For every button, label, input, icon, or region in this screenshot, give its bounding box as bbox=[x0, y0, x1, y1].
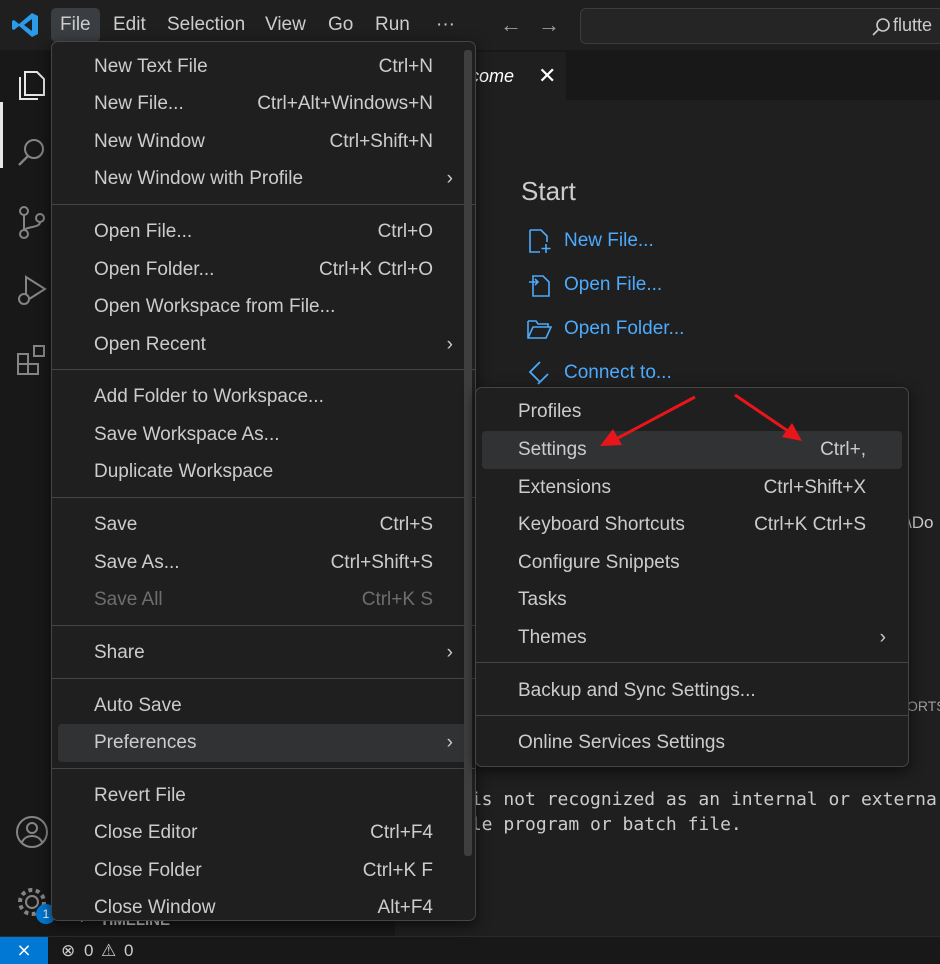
terminal-line-3: ble program or batch file. bbox=[460, 814, 742, 835]
menu-item-themes[interactable]: Themes › bbox=[476, 620, 908, 656]
chevron-right-icon: › bbox=[446, 168, 453, 189]
menu-separator bbox=[52, 497, 475, 498]
menu-item-save[interactable]: Save Ctrl+S bbox=[52, 507, 475, 543]
command-center-search[interactable]: flutte bbox=[580, 8, 940, 44]
menu-item-open-recent[interactable]: Open Recent › bbox=[52, 327, 475, 363]
menu-separator bbox=[52, 369, 475, 370]
menu-item-new-text-file[interactable]: New Text File Ctrl+N bbox=[52, 49, 475, 85]
menu-run[interactable]: Run bbox=[366, 8, 419, 42]
search-view-icon[interactable] bbox=[14, 134, 50, 170]
file-menu: New Text File Ctrl+N New File... Ctrl+Alt+… bbox=[51, 41, 476, 921]
open-file-icon bbox=[529, 275, 550, 297]
menu-item-preferences[interactable]: Preferences › bbox=[58, 724, 469, 762]
menu-item-revert-file[interactable]: Revert File bbox=[52, 778, 475, 814]
menu-separator bbox=[52, 678, 475, 679]
error-icon[interactable]: ⊗ bbox=[61, 941, 75, 961]
menu-item-add-folder[interactable]: Add Folder to Workspace... bbox=[52, 379, 475, 415]
menu-go[interactable]: Go bbox=[319, 8, 362, 42]
menu-item-save-all: Save All Ctrl+K S bbox=[94, 589, 433, 610]
vscode-logo-icon[interactable] bbox=[10, 11, 40, 39]
menu-item-settings[interactable]: Settings Ctrl+, bbox=[482, 431, 902, 469]
chevron-right-icon: › bbox=[446, 732, 453, 753]
menu-item-keyboard-shortcuts[interactable]: Keyboard Shortcuts Ctrl+K Ctrl+S bbox=[476, 507, 908, 543]
remote-indicator-icon[interactable]: ⨯ bbox=[0, 937, 48, 964]
menu-item-save-workspace[interactable]: Save Workspace As... bbox=[52, 417, 475, 453]
menu-separator bbox=[52, 204, 475, 205]
menu-selection[interactable]: Selection bbox=[158, 8, 254, 42]
menu-item-new-window[interactable]: New Window Ctrl+Shift+N bbox=[52, 124, 475, 160]
menu-item-share[interactable]: Share › bbox=[52, 635, 475, 671]
menu-more[interactable]: ··· bbox=[427, 8, 464, 42]
explorer-icon[interactable] bbox=[14, 66, 50, 102]
search-text: flutte bbox=[893, 15, 933, 35]
menu-item-open-file[interactable]: Open File... Ctrl+O bbox=[52, 214, 475, 250]
close-icon[interactable]: ✕ bbox=[538, 63, 556, 89]
ports-tab-fragment[interactable]: ORTS bbox=[907, 698, 940, 714]
extensions-icon[interactable] bbox=[14, 342, 50, 378]
menu-item-duplicate-workspace[interactable]: Duplicate Workspace bbox=[52, 454, 475, 490]
menu-file[interactable]: File bbox=[51, 8, 100, 42]
menu-item-new-window-profile[interactable]: New Window with Profile › bbox=[52, 161, 475, 197]
menu-item-close-editor[interactable]: Close Editor Ctrl+F4 bbox=[52, 815, 475, 851]
menu-separator bbox=[476, 715, 908, 716]
chevron-right-icon: › bbox=[879, 627, 886, 648]
menu-scrollbar[interactable] bbox=[464, 50, 472, 856]
menu-item-auto-save[interactable]: Auto Save bbox=[52, 688, 475, 724]
menu-item-save-as[interactable]: Save As... Ctrl+Shift+S bbox=[52, 545, 475, 581]
preferences-submenu: Profiles Settings Ctrl+, Extensions Ctrl+S… bbox=[475, 387, 909, 767]
menu-separator bbox=[52, 768, 475, 769]
menu-item-close-window[interactable]: Close Window Alt+F4 bbox=[52, 890, 475, 926]
status-bar: ⨯ ⊗ 0 ⚠ 0 bbox=[0, 936, 940, 964]
chevron-right-icon: › bbox=[446, 642, 453, 663]
start-new-file-link[interactable]: New File... bbox=[526, 226, 654, 256]
chevron-right-icon: › bbox=[446, 334, 453, 355]
source-control-icon[interactable] bbox=[14, 204, 50, 240]
path-fragment: \Do bbox=[907, 513, 934, 532]
menu-item-online-services[interactable]: Online Services Settings bbox=[476, 725, 908, 761]
forward-arrow-icon[interactable]: → bbox=[538, 12, 560, 38]
error-count[interactable]: 0 bbox=[84, 941, 93, 961]
folder-icon bbox=[527, 320, 552, 339]
menu-item-open-workspace[interactable]: Open Workspace from File... bbox=[52, 289, 475, 325]
menu-edit[interactable]: Edit bbox=[104, 8, 155, 42]
new-file-icon bbox=[529, 229, 551, 253]
menu-item-profiles[interactable]: Profiles bbox=[476, 394, 908, 430]
remote-connect-icon bbox=[528, 361, 549, 385]
menu-item-tasks[interactable]: Tasks bbox=[476, 582, 908, 618]
menu-separator bbox=[52, 625, 475, 626]
menu-item-new-file[interactable]: New File... Ctrl+Alt+Windows+N bbox=[52, 86, 475, 122]
warning-count[interactable]: 0 bbox=[124, 941, 133, 961]
start-heading: Start bbox=[521, 176, 576, 206]
menu-item-configure-snippets[interactable]: Configure Snippets bbox=[476, 545, 908, 581]
menu-view[interactable]: View bbox=[256, 8, 315, 42]
menu-separator bbox=[476, 662, 908, 663]
account-icon[interactable] bbox=[14, 814, 50, 850]
menu-item-backup-sync[interactable]: Backup and Sync Settings... bbox=[476, 673, 908, 709]
tab-label: come bbox=[470, 66, 515, 86]
menu-item-extensions[interactable]: Extensions Ctrl+Shift+X bbox=[476, 470, 908, 506]
menu-item-close-folder[interactable]: Close Folder Ctrl+K F bbox=[52, 853, 475, 889]
back-arrow-icon[interactable]: ← bbox=[500, 12, 522, 38]
terminal-line-2: is not recognized as an internal or exte… bbox=[460, 789, 937, 810]
warning-icon[interactable]: ⚠ bbox=[101, 941, 116, 961]
start-open-file-link[interactable]: Open File... bbox=[526, 270, 662, 300]
run-debug-icon[interactable] bbox=[14, 272, 50, 308]
menu-item-open-folder[interactable]: Open Folder... Ctrl+K Ctrl+O bbox=[52, 252, 475, 288]
start-connect-link[interactable]: Connect to... bbox=[526, 358, 672, 388]
active-indicator bbox=[0, 102, 3, 168]
search-icon bbox=[872, 18, 890, 36]
start-open-folder-link[interactable]: Open Folder... bbox=[526, 314, 684, 344]
